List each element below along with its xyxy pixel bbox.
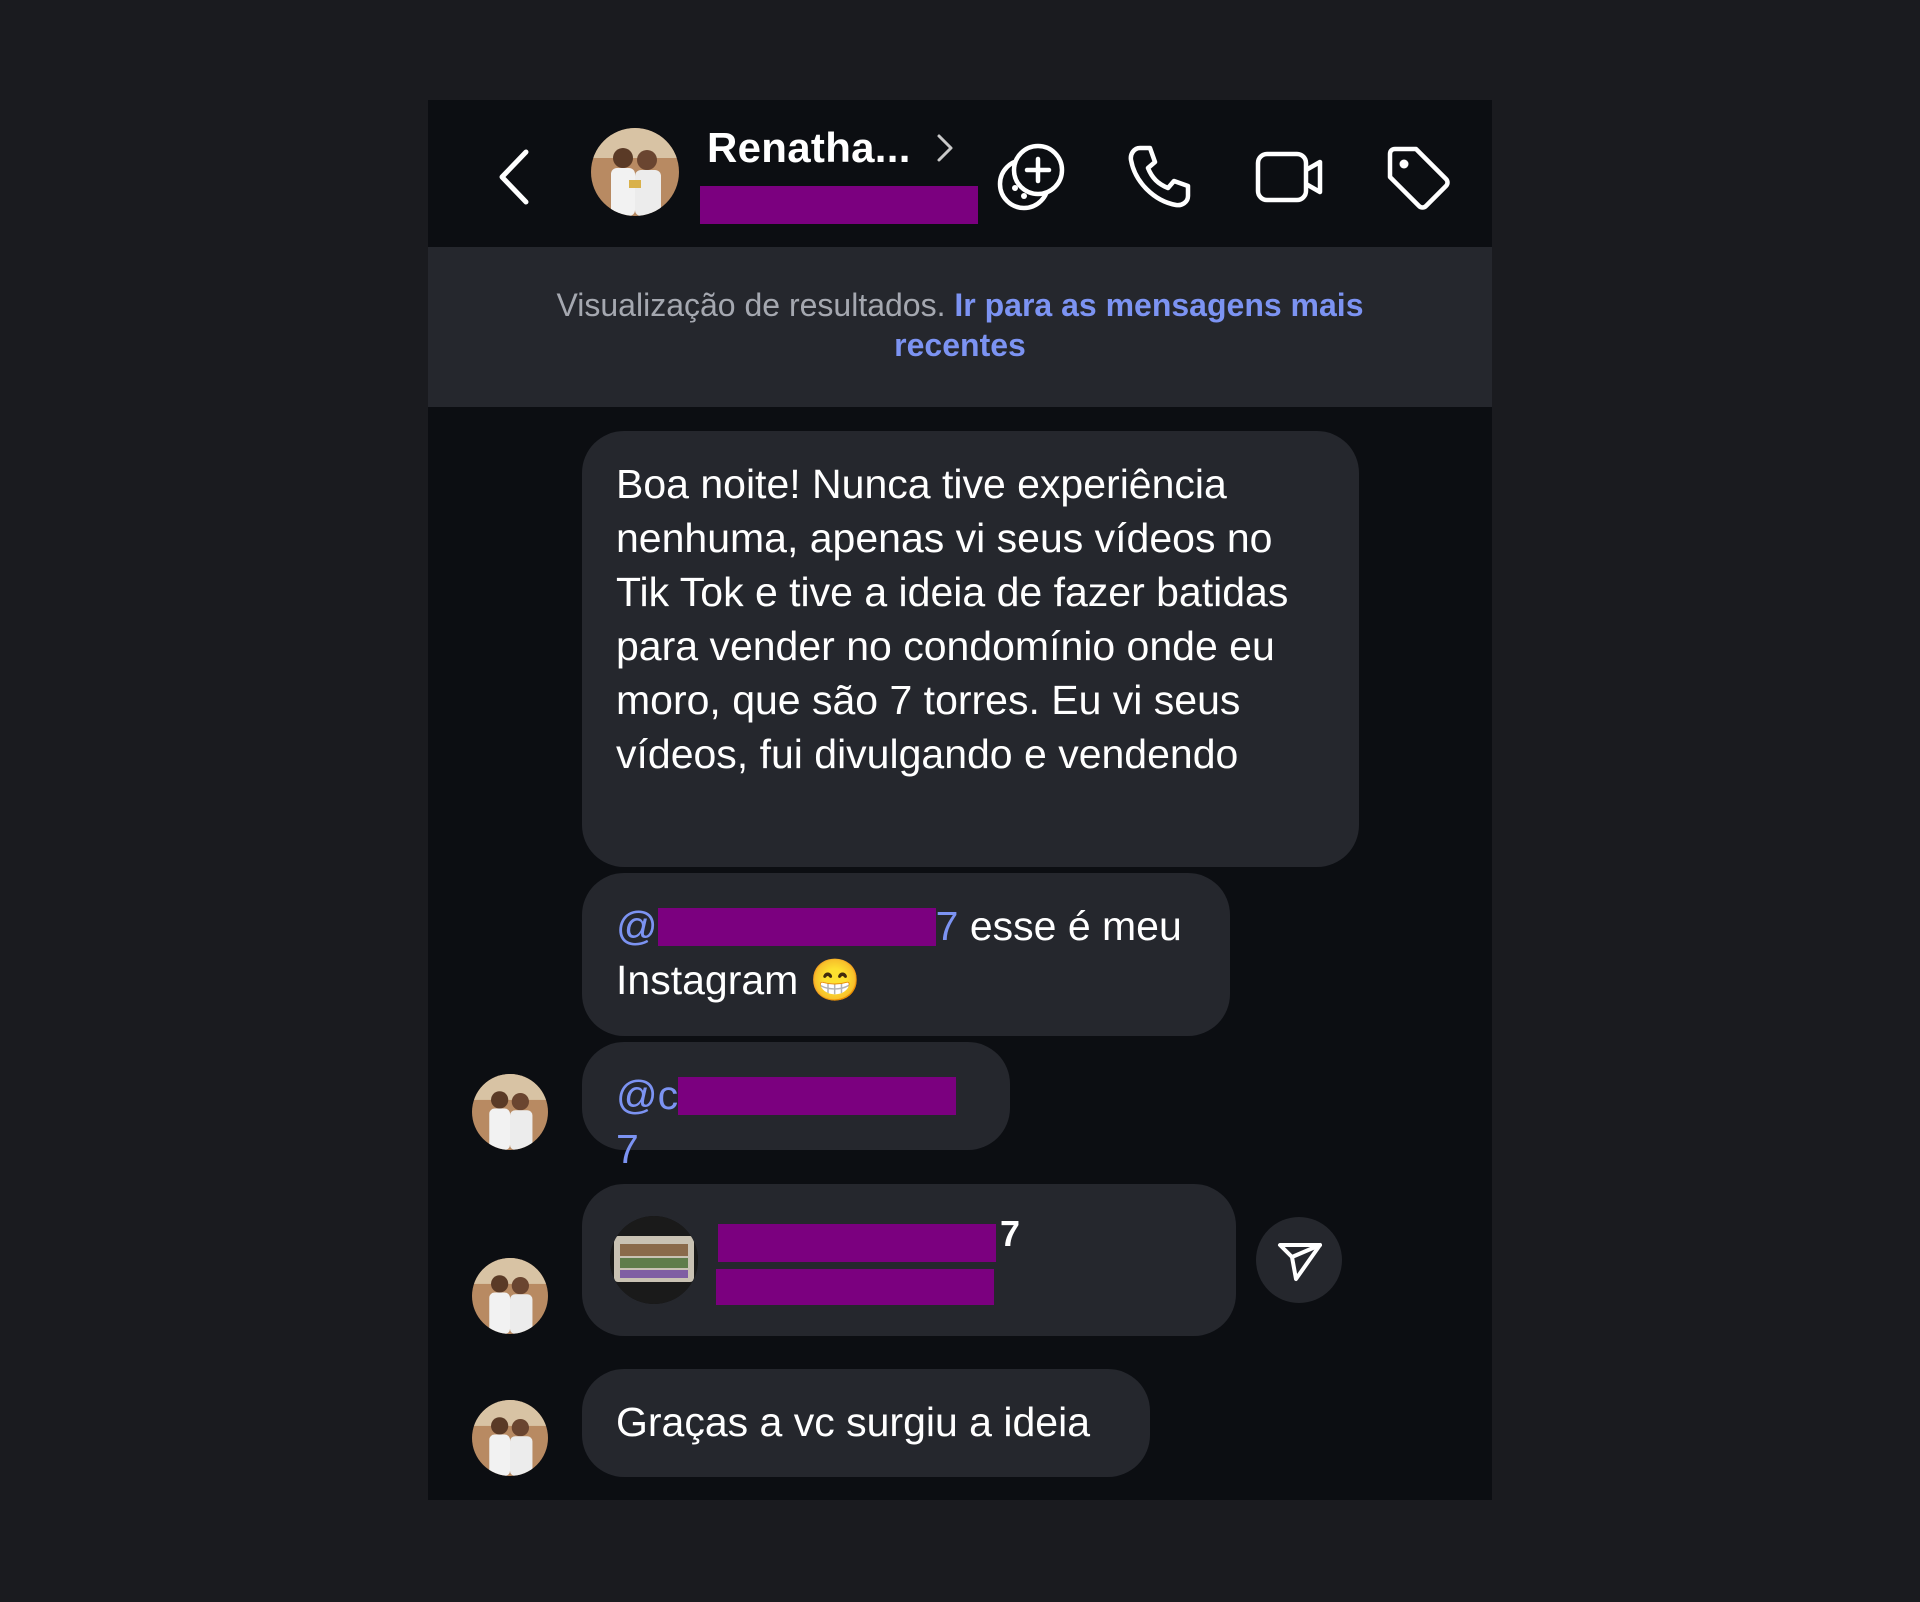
contact-name[interactable]: Renatha... [707,124,911,172]
share-profile-button[interactable] [1256,1217,1342,1303]
redacted-username [700,186,978,224]
sender-avatar[interactable] [472,1400,548,1476]
add-effects-icon [997,143,1065,211]
banner-label: Visualização de resultados. [556,287,946,323]
message-bubble[interactable]: Boa noite! Nunca tive experiência nenhum… [582,431,1359,867]
mention-link[interactable]: @c7 [616,1072,957,1172]
tag-button[interactable] [1380,140,1454,214]
chevron-right-icon[interactable] [933,130,957,166]
chat-header: Renatha... [428,100,1492,247]
back-button[interactable] [490,142,540,212]
chat-screen: Renatha... Visualização de resultados. I… [428,100,1492,1500]
profile-share-card[interactable]: 7 [582,1184,1236,1336]
message-bubble[interactable]: Graças a vc surgiu a ideia [582,1369,1150,1477]
mention-link[interactable]: @7 [616,903,958,949]
redacted-handle [657,908,936,946]
send-icon [1278,1243,1322,1281]
voice-call-button[interactable] [1122,140,1196,214]
grin-emoji: 😁 [809,957,861,1003]
message-text: Boa noite! Nunca tive experiência nenhum… [616,461,1289,777]
profile-picture [610,1216,698,1304]
message-text: Graças a vc surgiu a ideia [616,1399,1091,1445]
message-bubble[interactable]: @c7 [582,1042,1010,1172]
redacted-handle [678,1077,957,1115]
chevron-left-icon [499,149,529,205]
sender-avatar[interactable] [472,1258,548,1334]
video-call-button[interactable] [1252,140,1326,214]
message-bubble[interactable]: @7 esse é meu Instagram 😁 [582,873,1230,1036]
add-effects-button[interactable] [994,140,1068,214]
contact-avatar[interactable] [591,128,679,216]
phone-icon [1128,145,1191,208]
redacted-profile-subtitle [716,1269,994,1305]
tag-icon [1387,146,1450,210]
jump-to-recent-link[interactable]: Ir para as mensagens mais recentes [894,287,1363,363]
sender-avatar[interactable] [472,1074,548,1150]
banner-text: Visualização de resultados. Ir para as m… [488,285,1432,365]
redacted-profile-name [718,1224,996,1262]
video-call-icon [1255,151,1323,203]
search-results-banner: Visualização de resultados. Ir para as m… [428,247,1492,407]
profile-name-suffix: 7 [1000,1213,1021,1254]
